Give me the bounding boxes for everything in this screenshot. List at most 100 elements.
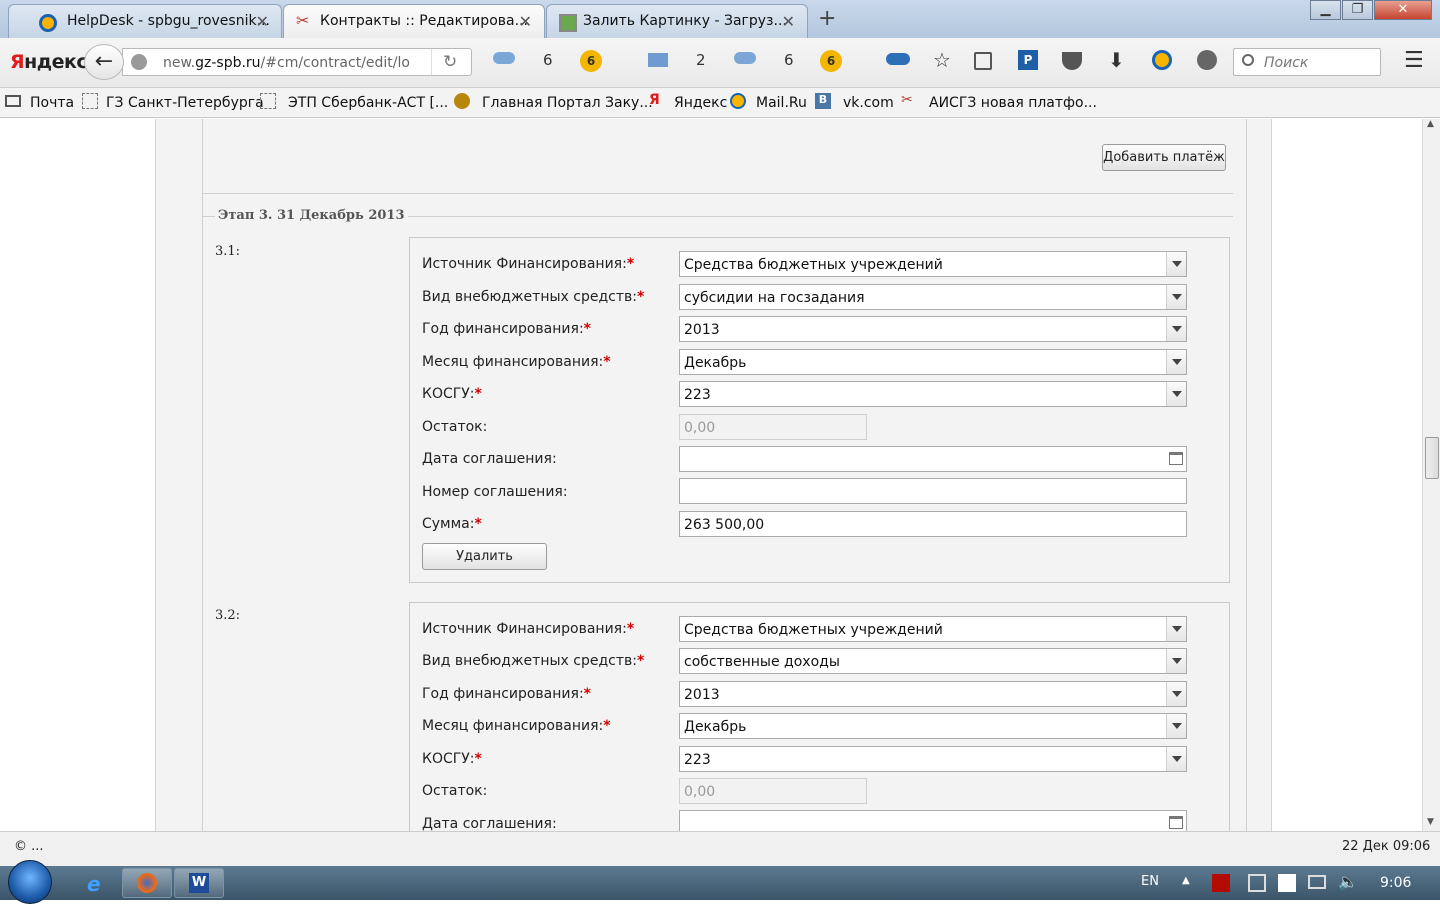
kosgu-select[interactable]: 223 (679, 381, 1187, 407)
month-select[interactable]: Декабрь (679, 713, 1187, 739)
start-button[interactable] (8, 860, 52, 904)
url-divider (431, 49, 432, 75)
year-select[interactable]: 2013 (679, 681, 1187, 707)
remainder-field: 0,00 (679, 778, 867, 804)
month-label: Месяц финансирования:* (422, 718, 611, 734)
back-button[interactable]: ← (84, 44, 124, 80)
reload-icon[interactable]: ↻ (443, 52, 457, 72)
windows-flag-icon[interactable] (1278, 874, 1296, 892)
tab-contracts[interactable]: ✂ Контракты :: Редактирова... ✕ (283, 4, 545, 38)
yandex-badge-icon[interactable]: 6 (820, 50, 842, 72)
section-divider (203, 193, 1233, 194)
tab-helpdesk[interactable]: HelpDesk - spbgu_rovesnik... ✕ (8, 4, 282, 38)
bookmark-vk[interactable]: vk.com (843, 95, 894, 111)
chevron-down-icon[interactable] (1166, 317, 1186, 341)
cloud-icon[interactable] (734, 52, 756, 64)
agreement-number-field[interactable] (679, 478, 1187, 504)
mailru-agent-icon[interactable] (1152, 50, 1172, 70)
download-icon[interactable]: ⬇ (1108, 48, 1125, 72)
close-icon[interactable]: ✕ (782, 12, 795, 31)
source-select[interactable]: Средства бюджетных учреждений (679, 251, 1187, 277)
cloud-icon[interactable] (493, 52, 515, 64)
reading-list-icon[interactable] (974, 52, 992, 70)
tray-expand-icon[interactable]: ▲ (1182, 875, 1190, 886)
yandex-icon: Я (649, 92, 660, 108)
pocket-icon[interactable] (1062, 52, 1082, 70)
word-taskbar-button[interactable]: W (174, 868, 224, 898)
calendar-icon[interactable] (1169, 816, 1183, 829)
windows-taskbar: e W EN ▲ 🔈 9:06 (0, 860, 1440, 904)
star-icon[interactable]: ☆ (933, 48, 951, 72)
status-bar: © ... 22 Дек 09:06 (0, 831, 1440, 866)
stage-legend: Этап 3. 31 Декабрь 2013 (215, 208, 408, 223)
blank-page-icon (260, 93, 276, 109)
tools-icon: ✂ (901, 92, 913, 108)
agreement-number-label: Номер соглашения: (422, 484, 568, 500)
new-tab-button[interactable]: + (818, 6, 836, 31)
close-icon[interactable]: ✕ (256, 12, 269, 31)
chevron-down-icon[interactable] (1166, 350, 1186, 374)
bookmark-gz-spb[interactable]: ГЗ Санкт-Петербурга (106, 95, 264, 111)
year-select[interactable]: 2013 (679, 316, 1187, 342)
acrobat-icon[interactable] (1212, 874, 1230, 892)
kosgu-select[interactable]: 223 (679, 746, 1187, 772)
scrollbar-thumb[interactable] (1425, 437, 1439, 479)
menu-icon[interactable]: ☰ (1404, 48, 1424, 73)
chevron-down-icon[interactable] (1166, 382, 1186, 406)
tab-upload-picture[interactable]: Залить Картинку - Загруз... ✕ (546, 4, 808, 38)
chevron-down-icon[interactable] (1166, 682, 1186, 706)
scroll-down-icon[interactable]: ▼ (1427, 817, 1434, 827)
volume-icon[interactable]: 🔈 (1338, 872, 1358, 891)
month-select[interactable]: Декабрь (679, 349, 1187, 375)
vertical-scrollbar[interactable]: ▲ ▼ (1422, 119, 1440, 831)
source-select[interactable]: Средства бюджетных учреждений (679, 616, 1187, 642)
picture-icon (559, 14, 577, 32)
bookmark-zakupki[interactable]: Главная Портал Заку... (482, 95, 653, 111)
close-icon[interactable]: ✕ (519, 12, 532, 31)
url-text: new.gz-spb.ru/#cm/contract/edit/lo (163, 55, 410, 71)
firefox-taskbar-button[interactable] (122, 868, 172, 898)
blank-page-icon (82, 93, 98, 109)
parking-icon[interactable]: P (1018, 50, 1038, 70)
minimize-button[interactable]: ▁ (1310, 0, 1341, 20)
chevron-down-icon[interactable] (1166, 747, 1186, 771)
url-bar[interactable]: new.gz-spb.ru/#cm/contract/edit/lo ↻ (122, 48, 472, 76)
calendar-icon[interactable] (1169, 452, 1183, 465)
chevron-down-icon[interactable] (1166, 617, 1186, 641)
close-window-button[interactable]: ✕ (1374, 0, 1432, 20)
sum-field[interactable]: 263 500,00 (679, 511, 1187, 537)
bookmark-yandex[interactable]: Яндекс (674, 95, 727, 111)
weather-icon[interactable] (886, 53, 910, 65)
search-input[interactable]: Поиск (1233, 48, 1381, 76)
chat-icon[interactable] (1197, 50, 1217, 70)
chevron-down-icon[interactable] (1166, 714, 1186, 738)
sum-label: Сумма:* (422, 516, 482, 532)
language-indicator[interactable]: EN (1141, 874, 1159, 889)
bookmark-mail[interactable]: Почта (30, 95, 74, 111)
scroll-up-icon[interactable]: ▲ (1427, 119, 1434, 129)
bookmark-mailru[interactable]: Mail.Ru (756, 95, 807, 111)
remainder-field: 0,00 (679, 414, 867, 440)
clock[interactable]: 9:06 (1380, 875, 1411, 891)
cloud-count: 6 (543, 51, 553, 69)
chevron-down-icon[interactable] (1166, 285, 1186, 309)
ie-icon: e (87, 872, 101, 896)
agreement-date-field[interactable] (679, 810, 1187, 831)
chevron-down-icon[interactable] (1166, 252, 1186, 276)
tools-icon: ✂ (296, 11, 310, 30)
bookmark-sberbank-ast[interactable]: ЭТП Сбербанк-АСТ [... (288, 95, 448, 111)
maximize-button[interactable]: ❐ (1342, 0, 1373, 20)
type-select[interactable]: субсидии на госзадания (679, 284, 1187, 310)
yandex-logo[interactable]: Яндекс (10, 51, 88, 73)
add-payment-button[interactable]: Добавить платёж (1102, 144, 1226, 171)
type-select[interactable]: собственные доходы (679, 648, 1187, 674)
network-icon[interactable] (1308, 875, 1326, 889)
chevron-down-icon[interactable] (1166, 649, 1186, 673)
bookmark-aisgz[interactable]: АИСГЗ новая платфо... (929, 95, 1097, 111)
action-center-icon[interactable] (1248, 874, 1266, 892)
delete-payment-button[interactable]: Удалить (422, 543, 547, 570)
mail-icon[interactable] (648, 53, 668, 67)
internet-explorer-taskbar-button[interactable]: e (70, 868, 120, 898)
agreement-date-field[interactable] (679, 446, 1187, 472)
yandex-badge-icon[interactable]: 6 (580, 50, 602, 72)
